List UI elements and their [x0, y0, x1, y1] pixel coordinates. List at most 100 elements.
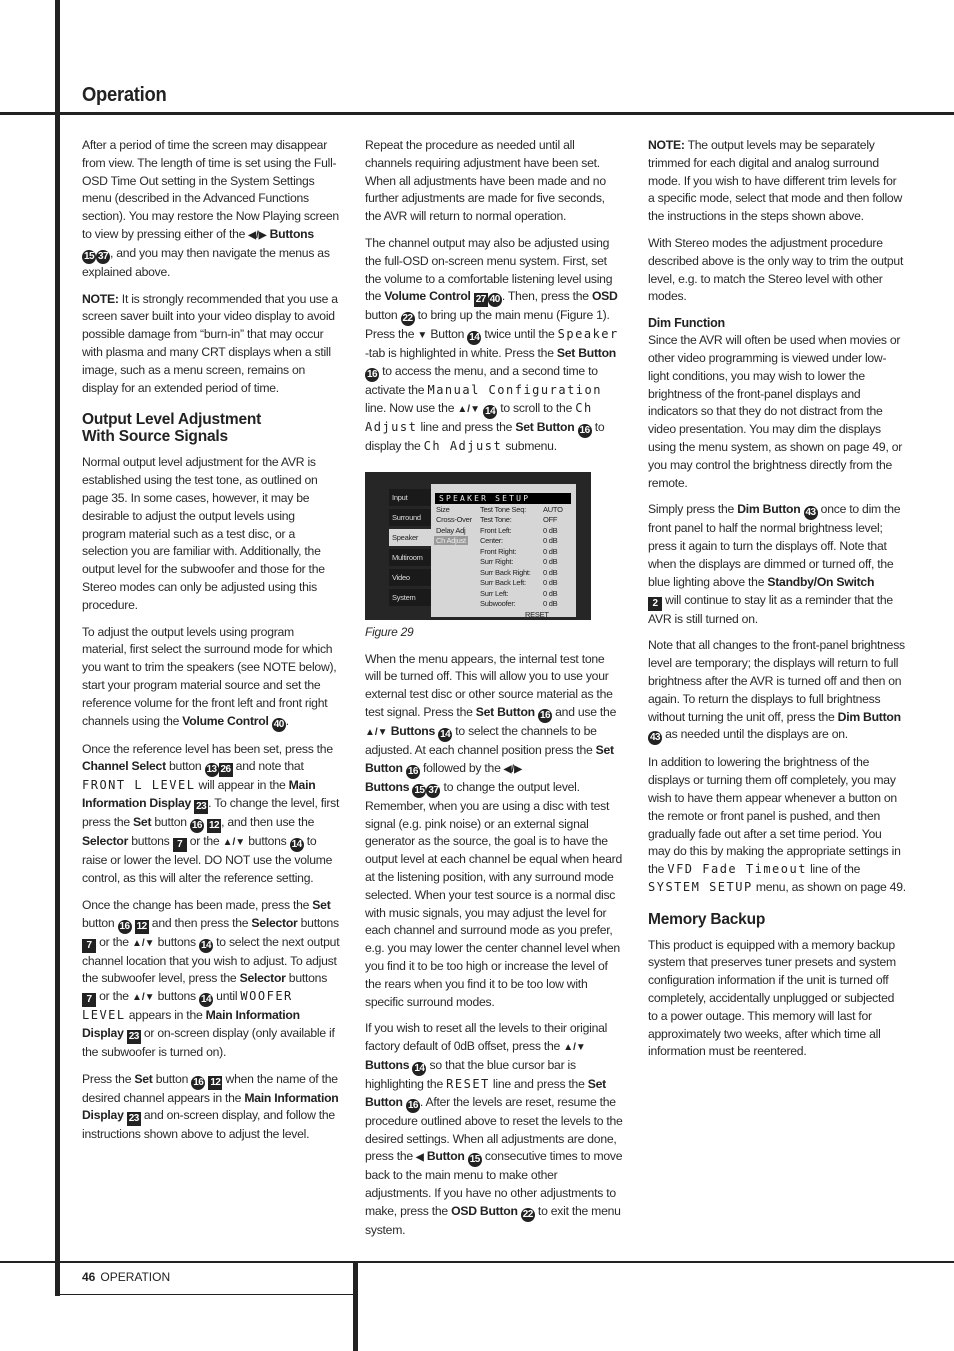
- text-run: Surr Left:: [480, 588, 509, 598]
- text-run: twice until the: [481, 327, 558, 342]
- text-run: Button: [427, 327, 468, 342]
- text-run: 0 dB: [543, 567, 558, 577]
- text-run: 0 dB: [543, 578, 558, 588]
- menu-tab-speaker: Speaker: [389, 528, 431, 546]
- menu-title: SPEAKER SETUP: [435, 492, 571, 504]
- paragraph: Since the AVR will often be used when mo…: [648, 333, 903, 490]
- paragraph: Simply press the Dim Button 43 once to d…: [648, 501, 906, 628]
- callout-square: 26: [218, 763, 233, 778]
- page-number: 46: [82, 1270, 96, 1284]
- page-title: Operation: [82, 84, 167, 106]
- callout-number: 16: [577, 423, 592, 438]
- callout-number: 15: [412, 783, 427, 798]
- settings-values: AUTO OFF 0 dB 0 dB 0 dB 0 dB 0 dB 0 dB 0 dB 0…: [543, 505, 563, 610]
- lcd-text: Manual Configuration: [427, 383, 602, 398]
- text-run: Ch Adjust: [434, 536, 472, 547]
- text-run: Buttons: [269, 226, 315, 241]
- text-run: buttons: [154, 934, 200, 949]
- text-run: and use the: [552, 704, 617, 719]
- text-run: Set: [133, 815, 152, 830]
- text-run: Surr Back Left:: [480, 578, 526, 588]
- up-down-arrows-icon: ▲/▼: [222, 837, 246, 849]
- callout-number: 37: [96, 249, 110, 264]
- lcd-text: Speaker: [557, 327, 619, 342]
- text-run: Output Level Adjustment: [82, 411, 262, 429]
- callout-square: 27: [473, 293, 488, 308]
- text-run: or the: [96, 934, 132, 949]
- callout-number: 14: [483, 404, 498, 419]
- text-run: line and press the: [417, 419, 516, 434]
- text-run: It is strongly recommended that you use …: [82, 291, 338, 395]
- text-run: Set Button: [556, 346, 616, 361]
- settings-labels: Test Tone Seq: Test Tone: Front Left: Cent…: [480, 505, 531, 610]
- menu-tab-input: Input: [389, 488, 431, 506]
- text-run: Selector: [251, 915, 298, 930]
- submenu-item: Delay Adj: [436, 525, 466, 535]
- callout-number: 22: [520, 1207, 535, 1222]
- text-run: or the: [96, 989, 132, 1004]
- text-run: will appear in the: [195, 778, 289, 793]
- left-right-arrows-icon: ◀/▶: [248, 229, 267, 241]
- paragraph: After a period of time the screen may di…: [82, 137, 340, 282]
- header-rule: [0, 112, 954, 115]
- callout-number: 16: [405, 1098, 420, 1113]
- footer-section: OPERATION: [100, 1270, 171, 1284]
- text-run: to change the output level. Remember, wh…: [365, 779, 623, 1009]
- text-run: The output levels may be separately trim…: [648, 138, 902, 224]
- text-run: 0 dB: [543, 546, 558, 556]
- paragraph: Repeat the procedure as needed until all…: [365, 138, 606, 224]
- callout-square: 7: [82, 938, 96, 953]
- paragraph: If you wish to reset all the levels to t…: [365, 1020, 623, 1239]
- text-run: OSD Button: [451, 1203, 518, 1218]
- callout-square: 7: [82, 993, 96, 1008]
- text-run: .: [285, 713, 289, 728]
- callout-number: 14: [289, 838, 304, 853]
- text-run: Set: [134, 1071, 153, 1086]
- text-run: line of the: [806, 862, 861, 877]
- text-run: Button: [426, 1149, 465, 1164]
- text-run: ▲/▼: [365, 726, 388, 738]
- paragraph: To adjust the output levels using progra…: [82, 624, 340, 732]
- text-run: Test Tone:: [480, 515, 512, 525]
- text-run: 0 dB: [543, 588, 558, 598]
- up-down-arrows-icon: ▲/▼: [131, 937, 155, 949]
- text-run: Selector: [82, 834, 129, 849]
- paragraph: When the menu appears, the internal test…: [365, 651, 623, 1012]
- callout-square: 23: [194, 800, 209, 815]
- note-paragraph: NOTE: It is strongly recommended that yo…: [82, 291, 340, 398]
- paragraph: Once the change has been made, press the…: [82, 897, 340, 1062]
- callout-number: 22: [400, 312, 415, 327]
- menu-tab-system: System: [389, 588, 431, 606]
- callout-number: 40: [271, 717, 286, 732]
- text-run: 0 dB: [543, 557, 558, 567]
- up-down-arrows-icon: ▲/▼: [131, 992, 155, 1004]
- column-2: Repeat the procedure as needed until all…: [365, 137, 623, 1249]
- text-run: Channel Select: [82, 759, 166, 774]
- text-run: line. Now use the: [365, 400, 458, 415]
- up-down-arrows-icon: ▲/▼: [457, 403, 480, 415]
- footer-rule: [0, 1261, 954, 1263]
- text-run: -tab is highlighted in white. Press the: [365, 346, 557, 361]
- paragraph: In addition to lowering the brightness o…: [648, 754, 906, 896]
- lcd-text: FRONT L LEVEL: [82, 778, 196, 793]
- lcd-text: RESET: [446, 1076, 490, 1091]
- text-run: button: [365, 308, 401, 323]
- paragraph: Normal output level adjustment for the A…: [82, 455, 325, 612]
- text-run: Test Tone Seq:: [480, 504, 526, 514]
- lcd-text: Ch Adjust: [423, 438, 503, 453]
- text-run: or the: [186, 834, 223, 849]
- text-run: line and press the: [489, 1076, 588, 1091]
- callout-square: 12: [207, 819, 222, 834]
- text-run: , and you may then navigate the menus as…: [82, 245, 330, 279]
- callout-number: 16: [405, 764, 420, 779]
- paragraph: Once the reference level has been set, p…: [82, 741, 340, 888]
- text-run: Dim Button: [737, 502, 801, 517]
- text-run: Standby/On Switch: [767, 574, 875, 589]
- text-run: To adjust the output levels using progra…: [82, 624, 337, 728]
- left-margin-bar: [55, 0, 60, 1296]
- text-run: ◀/▶: [503, 763, 522, 775]
- callout-number: 15: [82, 249, 96, 264]
- callout-number: 14: [438, 727, 453, 742]
- column-1: After a period of time the screen may di…: [82, 137, 340, 1153]
- text-run: button: [165, 759, 205, 774]
